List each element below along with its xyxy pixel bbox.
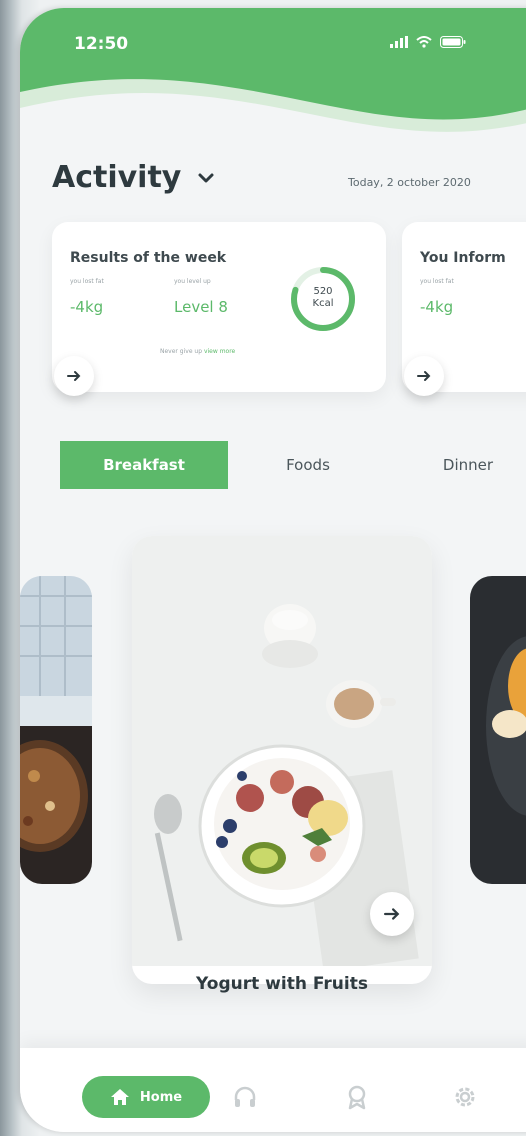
home-icon [110, 1089, 129, 1105]
footnote-link[interactable]: view more [204, 348, 235, 355]
metric-value: Level 8 [174, 298, 228, 316]
bottom-navigation: Home [20, 1048, 526, 1132]
status-time: 12:50 [74, 34, 129, 54]
results-week-card[interactable]: Results of the week you lost fat -4kg yo… [52, 222, 386, 392]
ring-value: 520 [313, 286, 333, 297]
tab-breakfast[interactable]: Breakfast [60, 441, 228, 489]
featured-food-card[interactable] [132, 536, 432, 984]
signal-icon [390, 36, 408, 48]
footnote-text: Never give up [160, 348, 203, 355]
award-icon[interactable] [344, 1084, 370, 1110]
food-card-next[interactable] [470, 576, 526, 884]
page-title: Activity [52, 160, 182, 195]
header-wave [20, 8, 526, 132]
headphones-icon[interactable] [232, 1084, 258, 1110]
metric-value: -4kg [420, 298, 454, 316]
week-card-arrow-button[interactable] [54, 356, 94, 396]
metric-label: you lost fat [70, 278, 104, 285]
metric-value: -4kg [70, 298, 104, 316]
card-title: Results of the week [70, 250, 227, 266]
metric-label: you level up [174, 278, 211, 285]
food-image-prev [20, 576, 92, 884]
card-title: You Inform [420, 250, 506, 266]
chevron-down-icon [198, 173, 214, 182]
settings-icon[interactable] [452, 1084, 478, 1110]
nav-home-label: Home [139, 1089, 183, 1105]
nav-home-button[interactable]: Home [82, 1076, 210, 1118]
metric-label: you lost fat [420, 278, 454, 285]
arrow-right-icon [417, 371, 431, 381]
activity-dropdown[interactable]: Activity [52, 160, 217, 195]
ring-text: 520 Kcal [288, 286, 358, 310]
status-icons [390, 36, 466, 48]
wifi-icon [416, 36, 432, 48]
tab-dinner[interactable]: Dinner [428, 441, 508, 489]
footnote: Never give up view more [160, 348, 235, 355]
phone-screen: 12:50 Activity Today, 2 october 2020 Res… [20, 8, 526, 1132]
featured-arrow-button[interactable] [370, 892, 414, 936]
food-card-prev[interactable] [20, 576, 92, 884]
featured-food-name: Yogurt with Fruits [196, 974, 368, 994]
food-image-next [470, 576, 526, 884]
tab-foods[interactable]: Foods [268, 441, 348, 489]
ring-unit: Kcal [312, 298, 334, 309]
battery-icon [440, 36, 466, 48]
date-label: Today, 2 october 2020 [348, 176, 471, 189]
arrow-right-icon [67, 371, 81, 381]
arrow-right-icon [384, 908, 400, 920]
info-card-arrow-button[interactable] [404, 356, 444, 396]
